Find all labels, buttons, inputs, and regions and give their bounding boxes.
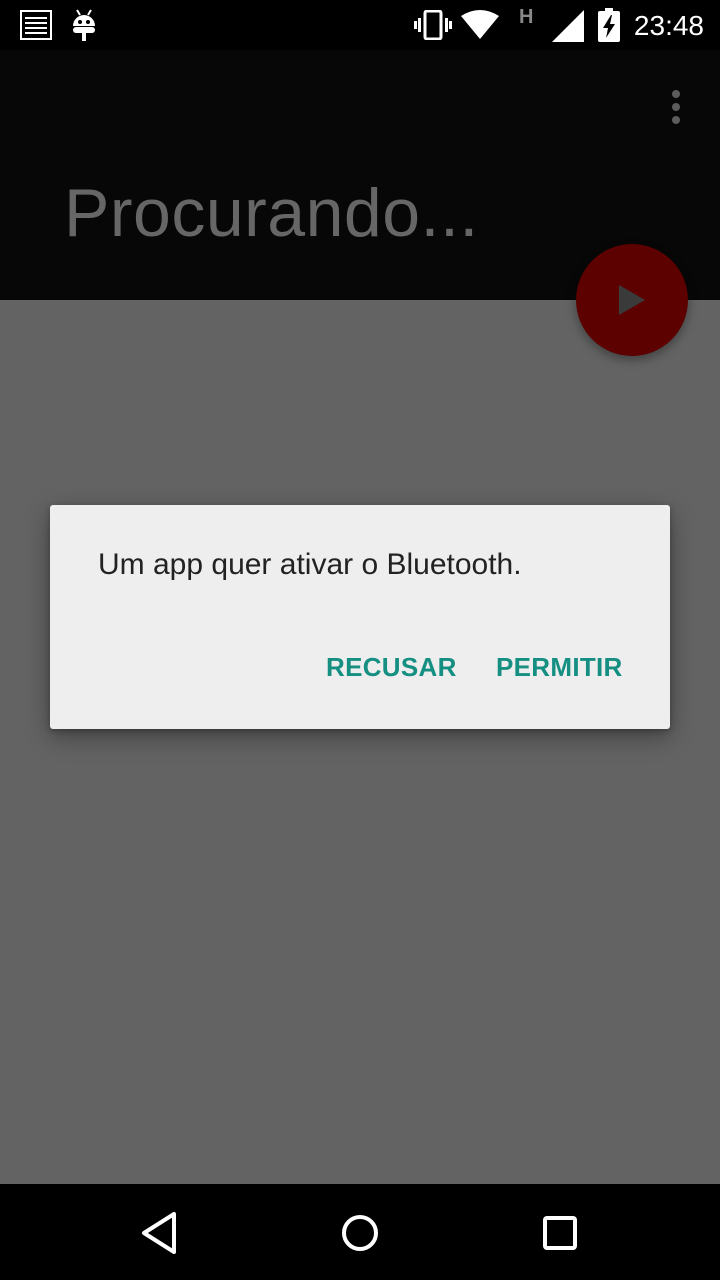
vibrate-icon	[414, 9, 452, 45]
home-icon[interactable]	[337, 1210, 383, 1256]
network-type-label: H	[519, 6, 534, 28]
notification-icon	[20, 10, 52, 45]
android-debug-icon	[70, 8, 98, 47]
screen: H 23:48 Procurando... Um app quer ativar…	[0, 0, 720, 1280]
decline-button[interactable]: RECUSAR	[326, 645, 457, 689]
back-icon[interactable]	[138, 1210, 184, 1256]
play-fab-button[interactable]	[576, 244, 688, 356]
bluetooth-permission-dialog: Um app quer ativar o Bluetooth. RECUSAR …	[50, 505, 670, 729]
dialog-message: Um app quer ativar o Bluetooth.	[98, 548, 522, 581]
recents-icon[interactable]	[537, 1210, 583, 1256]
allow-button[interactable]: PERMITIR	[496, 645, 623, 689]
navigation-bar	[0, 1184, 720, 1280]
page-title: Procurando...	[64, 175, 479, 251]
status-bar: H 23:48	[0, 0, 720, 50]
cell-signal-icon	[552, 10, 584, 47]
more-vert-icon[interactable]	[662, 88, 690, 126]
status-time: 23:48	[633, 10, 704, 41]
battery-charging-icon	[598, 8, 620, 47]
play-icon	[619, 285, 645, 315]
wifi-icon	[461, 10, 499, 45]
